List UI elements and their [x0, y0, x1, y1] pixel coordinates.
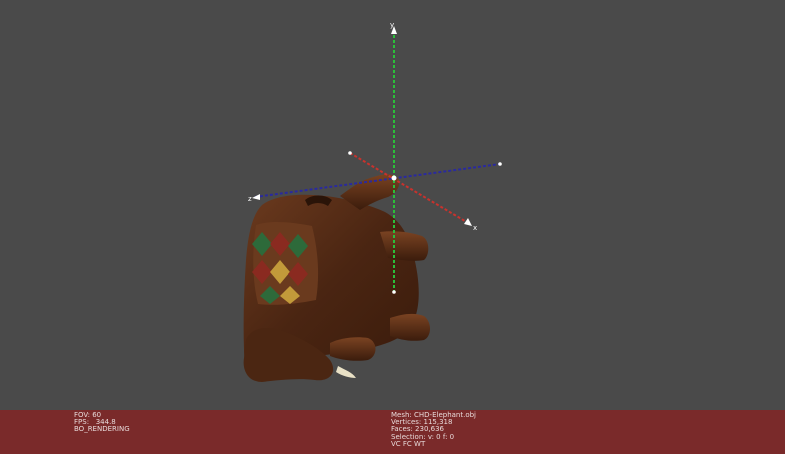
flags-readout: VC FC WT	[391, 439, 426, 448]
x-axis-end-node	[348, 151, 352, 155]
elephant-leg-3	[390, 313, 430, 341]
render-mode-readout: BO_RENDERING	[74, 425, 130, 434]
viewport-canvas[interactable]: y z x	[0, 0, 785, 410]
render-info: FOV: 60 FPS: 344.8 BO_RENDERING	[74, 411, 130, 434]
status-bar: FOV: 60 FPS: 344.8 BO_RENDERING Mesh: CH…	[0, 410, 785, 454]
elephant-tusk	[336, 366, 356, 378]
mesh-info: Mesh: CHD-Elephant.obj Vertices: 115,318…	[391, 411, 476, 448]
axis-origin[interactable]	[391, 175, 397, 181]
x-axis-label: x	[473, 224, 477, 232]
elephant-mesh	[243, 174, 430, 382]
3d-viewport[interactable]: y z x	[0, 0, 785, 410]
elephant-leg-4	[330, 337, 376, 361]
z-axis-label: z	[248, 195, 252, 203]
y-axis-label: y	[390, 21, 394, 29]
z-axis-arrow-icon	[252, 194, 260, 200]
z-axis-end-node	[498, 162, 502, 166]
y-axis-end-node	[392, 290, 396, 294]
x-axis-arrow-icon	[464, 218, 472, 226]
